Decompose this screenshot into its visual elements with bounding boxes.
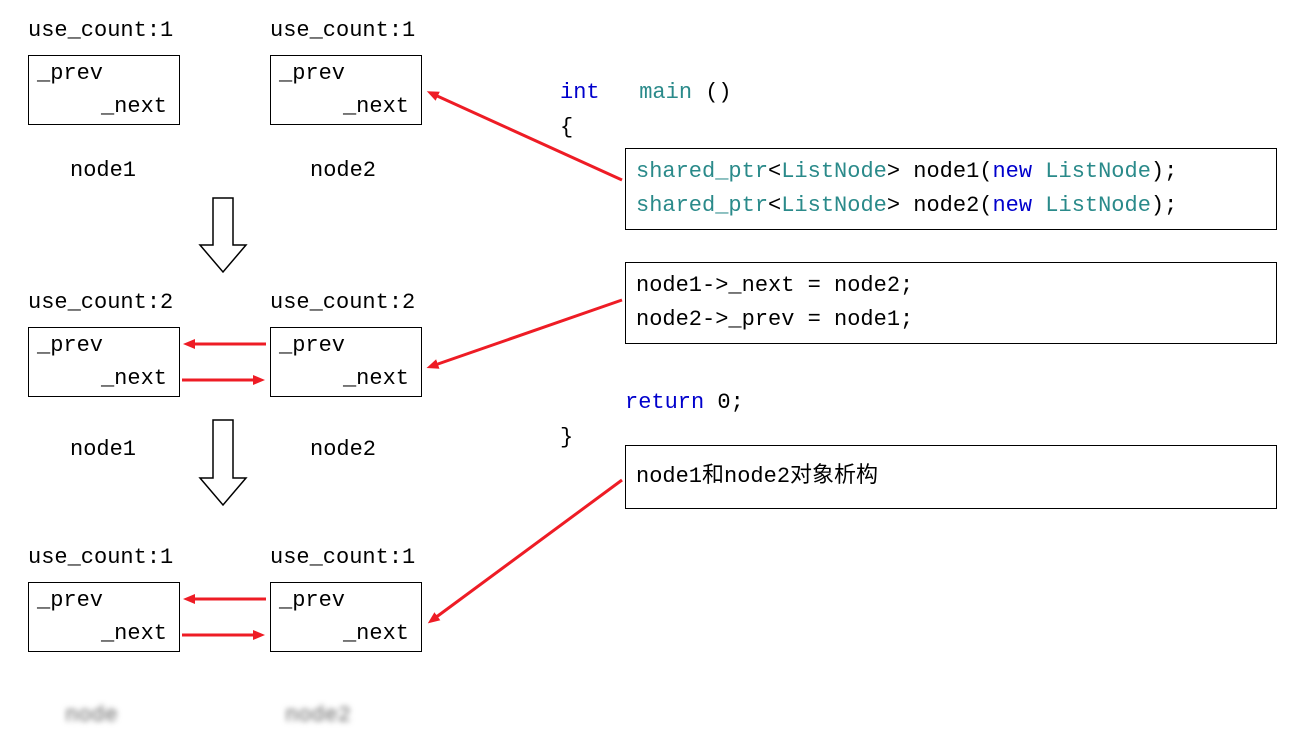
- use-count-label: use_count:2: [28, 290, 173, 315]
- next-label: _next: [343, 621, 409, 646]
- down-arrow-icon: [200, 198, 246, 272]
- type-listnode: ListNode: [781, 193, 887, 218]
- parens: (): [705, 80, 731, 105]
- code-line: node1->_next = node2;: [636, 269, 1266, 303]
- return-value: 0: [704, 390, 730, 415]
- type-listnode: ListNode: [781, 159, 887, 184]
- code-box-assignments: node1->_next = node2; node2->_prev = nod…: [625, 262, 1277, 344]
- type-listnode: ListNode: [1032, 193, 1151, 218]
- prev-label: _prev: [37, 588, 103, 613]
- var-node1: node1: [900, 159, 979, 184]
- code-box-destruct: node1和node2对象析构: [625, 445, 1277, 509]
- prev-label: _prev: [279, 61, 345, 86]
- use-count-label: use_count:1: [270, 18, 415, 43]
- node-box-node1-s1: _prev _next: [28, 55, 180, 125]
- prev-label: _prev: [279, 588, 345, 613]
- use-count-label: use_count:1: [28, 545, 173, 570]
- red-arrow: [435, 300, 622, 365]
- next-label: _next: [343, 366, 409, 391]
- node-box-node2-s1: _prev _next: [270, 55, 422, 125]
- keyword-new: new: [992, 159, 1032, 184]
- node-label: node2: [310, 437, 376, 462]
- code-return: return 0;: [625, 390, 744, 415]
- node-label: node2: [310, 158, 376, 183]
- use-count-label: use_count:1: [270, 545, 415, 570]
- code-box-declarations: shared_ptr<ListNode> node1(new ListNode)…: [625, 148, 1277, 230]
- down-arrow-icon: [200, 420, 246, 505]
- code-line: shared_ptr<ListNode> node2(new ListNode)…: [636, 189, 1266, 223]
- node-label: node1: [70, 437, 136, 462]
- angle-close: >: [887, 159, 900, 184]
- code-line: node2->_prev = node1;: [636, 303, 1266, 337]
- paren-close: ): [1151, 159, 1164, 184]
- paren-open: (: [979, 193, 992, 218]
- red-arrow: [435, 480, 622, 618]
- prev-label: _prev: [37, 61, 103, 86]
- brace-open: {: [560, 115, 573, 140]
- node-box-node1-s2: _prev _next: [28, 327, 180, 397]
- semicolon: ;: [1164, 159, 1177, 184]
- node-label: node1: [70, 158, 136, 183]
- keyword-int: int: [560, 80, 600, 105]
- angle-open: <: [768, 193, 781, 218]
- paren-open: (: [979, 159, 992, 184]
- node-box-node2-s3: _prev _next: [270, 582, 422, 652]
- semicolon: ;: [1164, 193, 1177, 218]
- type-sharedptr: shared_ptr: [636, 193, 768, 218]
- keyword-return: return: [625, 390, 704, 415]
- type-sharedptr: shared_ptr: [636, 159, 768, 184]
- next-label: _next: [101, 366, 167, 391]
- code-signature: int main (): [560, 80, 732, 105]
- angle-close: >: [887, 193, 900, 218]
- var-node2: node2: [900, 193, 979, 218]
- function-name: main: [639, 80, 692, 105]
- arrows-overlay: [0, 0, 1292, 736]
- next-label: _next: [343, 94, 409, 119]
- use-count-label: use_count:2: [270, 290, 415, 315]
- node-box-node1-s3: _prev _next: [28, 582, 180, 652]
- blurred-label: node2: [285, 703, 351, 728]
- paren-close: ): [1151, 193, 1164, 218]
- type-listnode: ListNode: [1032, 159, 1151, 184]
- next-label: _next: [101, 621, 167, 646]
- semicolon: ;: [731, 390, 744, 415]
- angle-open: <: [768, 159, 781, 184]
- brace-close: }: [560, 425, 573, 450]
- blurred-label: node: [65, 703, 118, 728]
- keyword-new: new: [992, 193, 1032, 218]
- node-box-node2-s2: _prev _next: [270, 327, 422, 397]
- use-count-label: use_count:1: [28, 18, 173, 43]
- code-line: shared_ptr<ListNode> node1(new ListNode)…: [636, 155, 1266, 189]
- prev-label: _prev: [37, 333, 103, 358]
- destruct-text: node1和node2对象析构: [636, 464, 878, 489]
- red-arrow: [435, 95, 622, 180]
- next-label: _next: [101, 94, 167, 119]
- prev-label: _prev: [279, 333, 345, 358]
